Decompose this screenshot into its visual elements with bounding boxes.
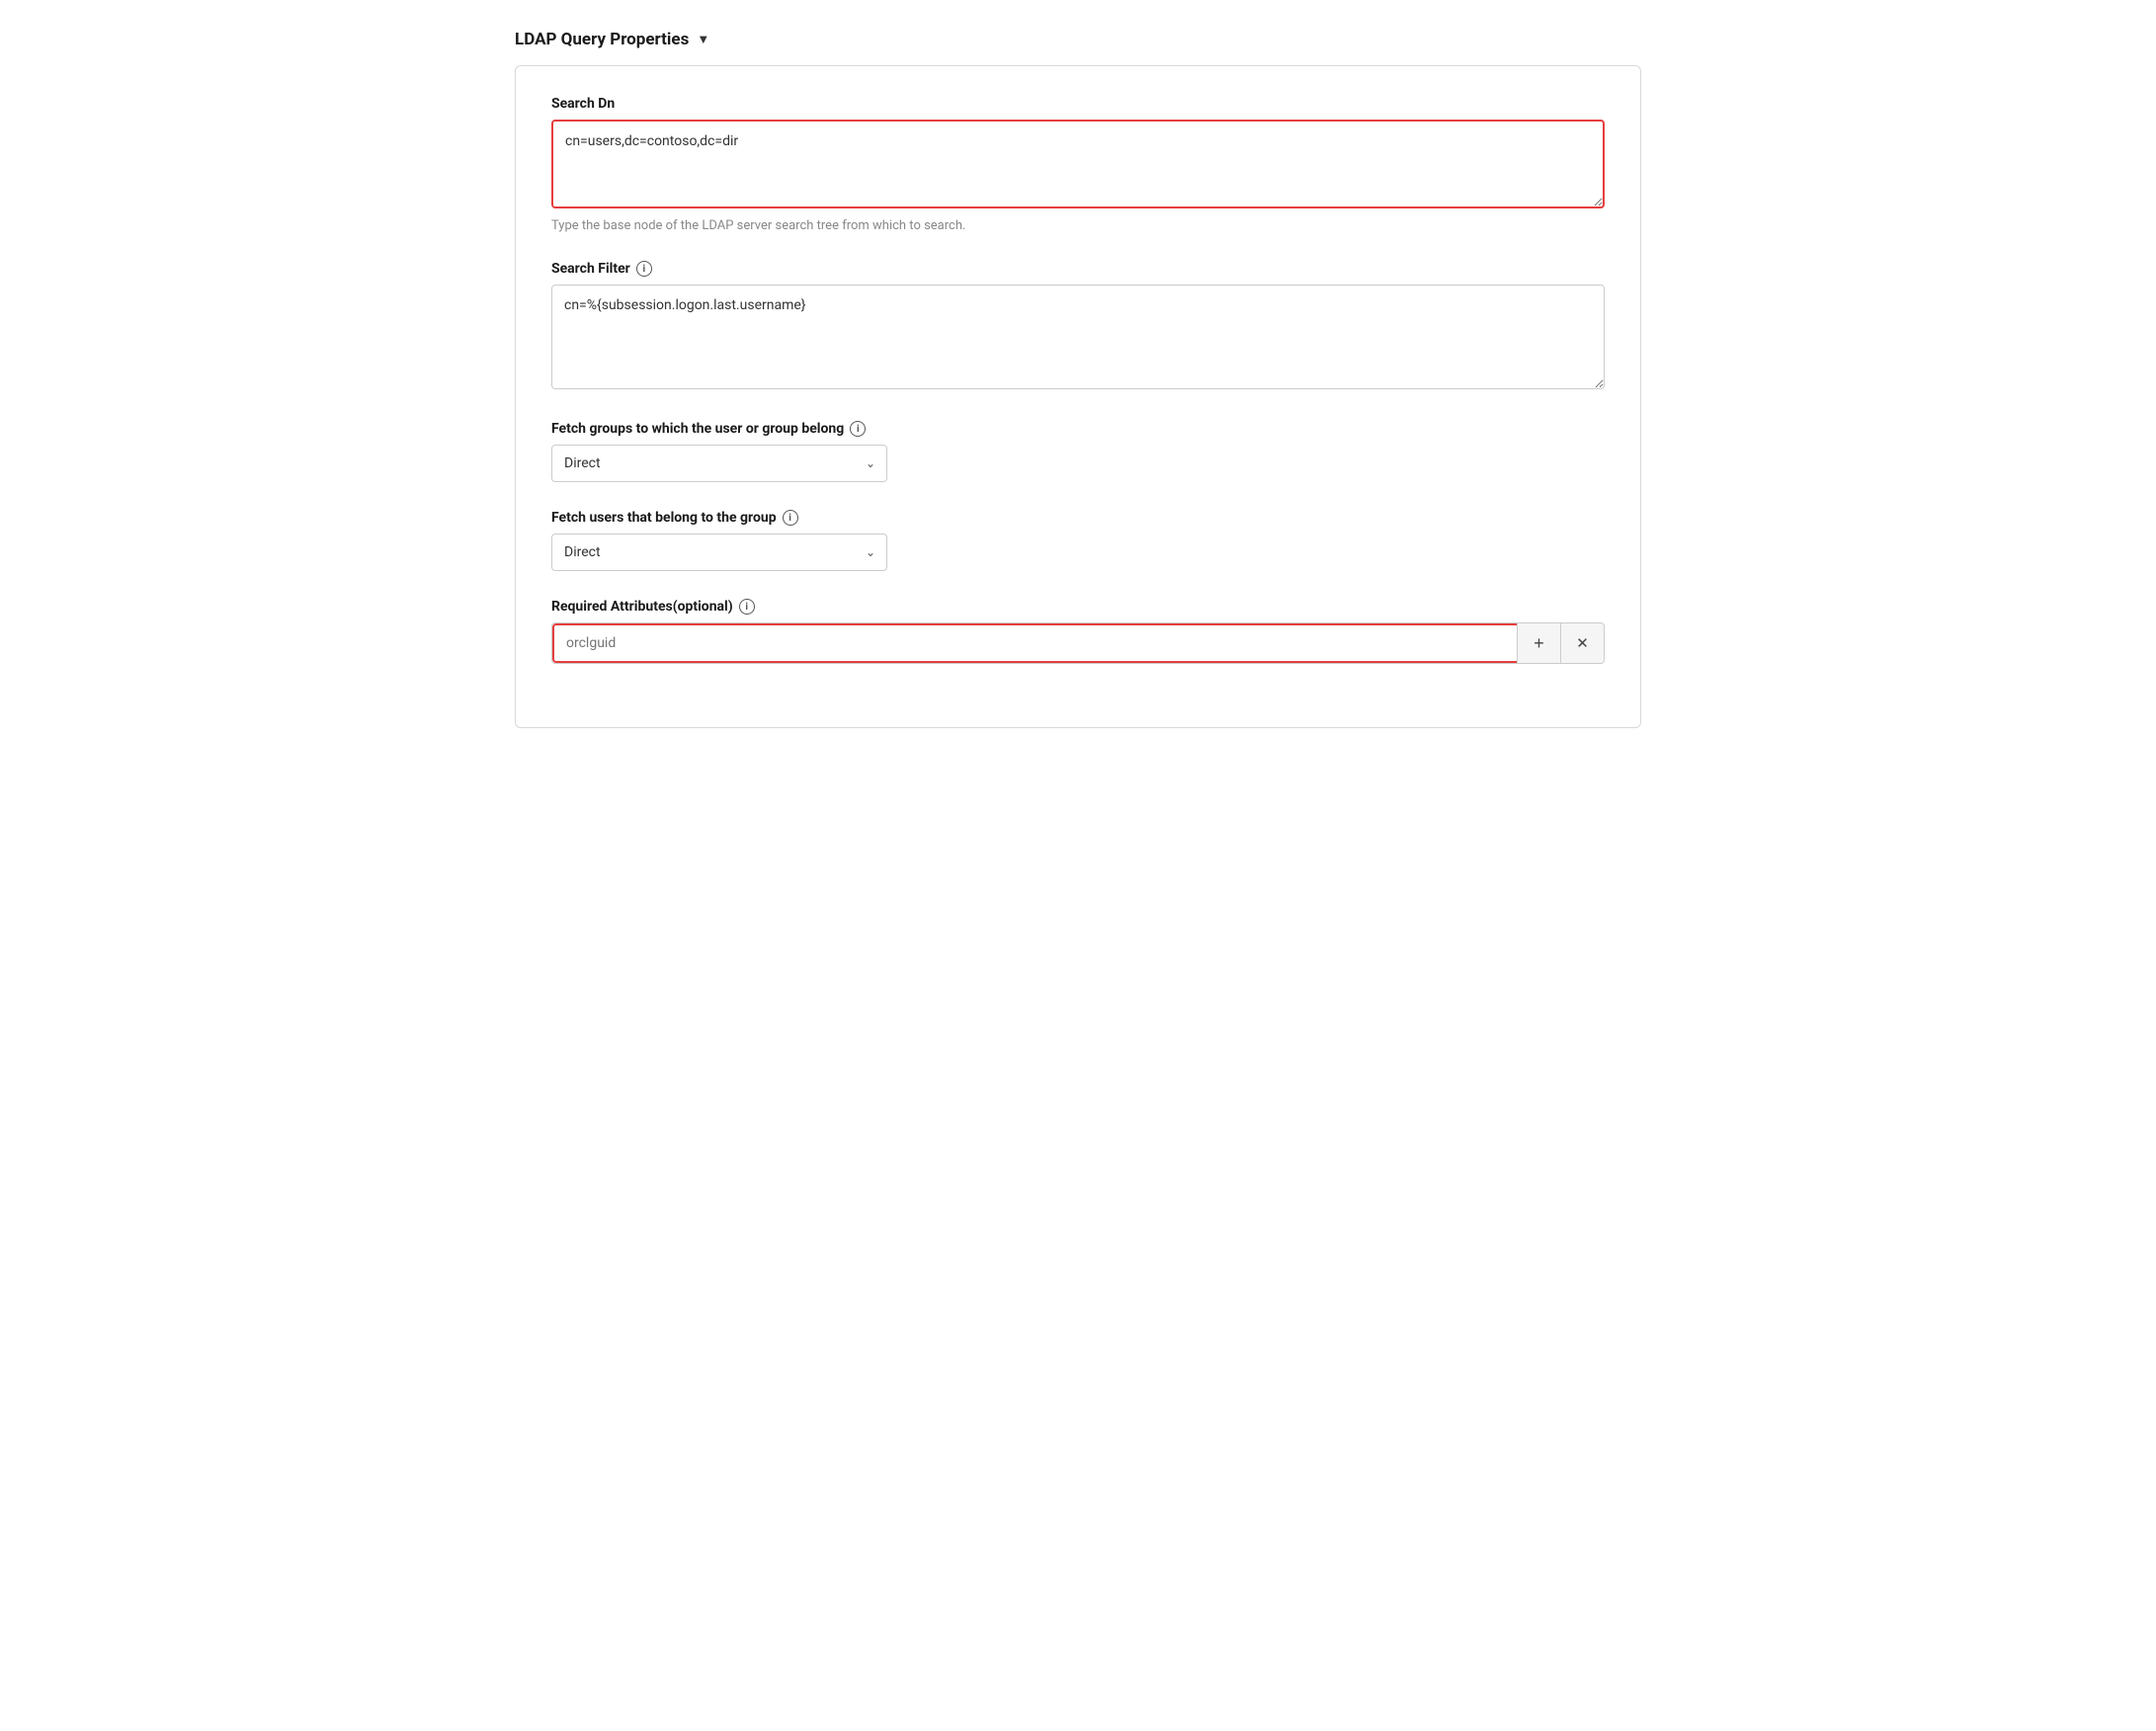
fetch-groups-field-group: Fetch groups to which the user or group … xyxy=(551,421,1605,482)
add-attribute-button[interactable]: + xyxy=(1517,623,1560,663)
fetch-users-select[interactable]: Direct Recursive None xyxy=(551,534,887,571)
required-attributes-row: + ✕ xyxy=(551,622,1605,664)
fetch-groups-label: Fetch groups to which the user or group … xyxy=(551,421,1605,437)
required-attributes-input[interactable] xyxy=(552,623,1517,663)
search-dn-input[interactable]: cn=users,dc=contoso,dc=dir xyxy=(551,120,1605,208)
fetch-groups-select[interactable]: Direct Recursive None xyxy=(551,445,887,482)
search-filter-input[interactable]: cn=%{subsession.logon.last.username} xyxy=(551,285,1605,389)
required-attributes-label: Required Attributes(optional) i xyxy=(551,599,1605,615)
fetch-groups-select-wrapper: Direct Recursive None ⌄ xyxy=(551,445,887,482)
ldap-query-properties-card: Search Dn cn=users,dc=contoso,dc=dir Typ… xyxy=(515,65,1641,728)
fetch-groups-info-icon[interactable]: i xyxy=(850,421,866,437)
search-filter-field-group: Search Filter i cn=%{subsession.logon.la… xyxy=(551,261,1605,393)
fetch-users-select-wrapper: Direct Recursive None ⌄ xyxy=(551,534,887,571)
section-title: LDAP Query Properties xyxy=(515,30,689,49)
fetch-users-field-group: Fetch users that belong to the group i D… xyxy=(551,510,1605,571)
search-dn-hint: Type the base node of the LDAP server se… xyxy=(551,218,1605,233)
fetch-users-label: Fetch users that belong to the group i xyxy=(551,510,1605,526)
search-dn-field-group: Search Dn cn=users,dc=contoso,dc=dir Typ… xyxy=(551,96,1605,233)
search-dn-label: Search Dn xyxy=(551,96,1605,112)
fetch-users-info-icon[interactable]: i xyxy=(783,510,798,526)
remove-attribute-button[interactable]: ✕ xyxy=(1560,623,1604,663)
chevron-down-icon[interactable]: ▼ xyxy=(697,32,709,47)
required-attributes-field-group: Required Attributes(optional) i + ✕ xyxy=(551,599,1605,664)
search-filter-label: Search Filter i xyxy=(551,261,1605,277)
section-header: LDAP Query Properties ▼ xyxy=(515,30,1641,49)
search-filter-info-icon[interactable]: i xyxy=(636,261,652,277)
page-container: LDAP Query Properties ▼ Search Dn cn=use… xyxy=(515,30,1641,728)
required-attributes-info-icon[interactable]: i xyxy=(739,599,755,615)
